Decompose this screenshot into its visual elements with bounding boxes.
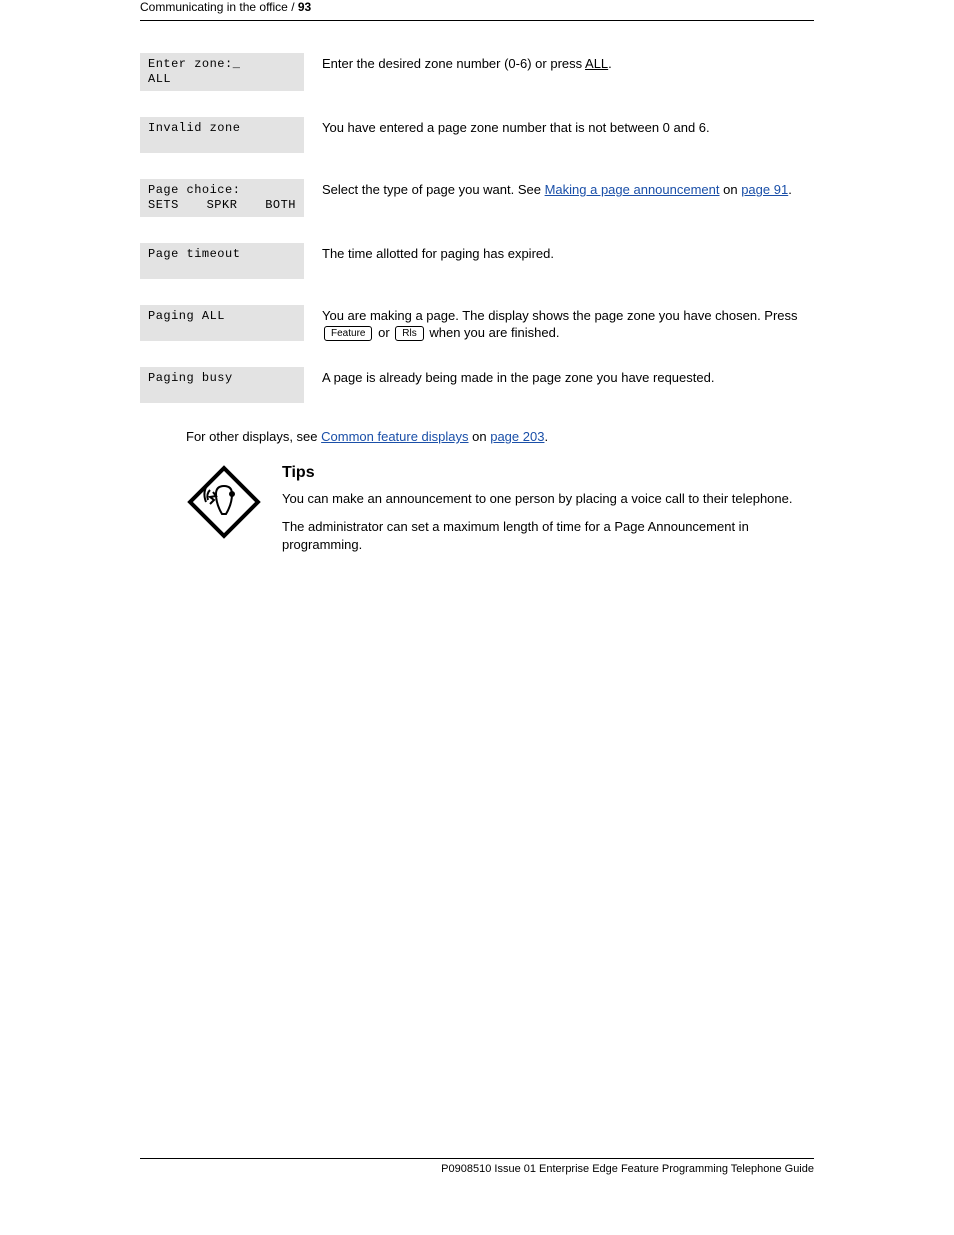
header-page-number: 93 — [298, 0, 311, 14]
desc-suffix: when you are finished. — [429, 325, 559, 340]
desc-text: A page is already being made in the page… — [322, 370, 714, 385]
feature-key: Feature — [324, 326, 372, 341]
desc-text: on — [723, 182, 741, 197]
tips-block: Tips You can make an announcement to one… — [186, 464, 814, 564]
see-also-prefix: For other displays, see — [186, 429, 321, 444]
cross-ref-page-link[interactable]: page 91 — [741, 182, 788, 197]
desc-text: You are making a page. The display shows… — [322, 308, 798, 323]
desc-suffix: . — [788, 182, 792, 197]
page: Communicating in the office / 93 Enter z… — [0, 0, 954, 1235]
tips-paragraph: The administrator can set a maximum leng… — [282, 518, 814, 554]
desc-text: or — [378, 325, 393, 340]
desc-text: Select the type of page you want. See — [322, 182, 545, 197]
desc-text: The time allotted for paging has expired… — [322, 246, 554, 261]
lcd-line1: Paging ALL — [148, 309, 296, 324]
lcd-line1: Paging busy — [148, 371, 296, 386]
lcd-line2: ALL — [148, 72, 296, 87]
tips-icon — [186, 464, 262, 564]
desc-suffix: . — [608, 56, 612, 71]
display-row: Enter zone:_ ALL Enter the desired zone … — [140, 53, 814, 91]
tips-title: Tips — [282, 464, 814, 482]
header-left: Communicating in the office / 93 — [140, 0, 311, 14]
lcd-line1: Enter zone:_ — [148, 57, 296, 72]
lcd-display: Invalid zone — [140, 117, 304, 153]
desc-text: You have entered a page zone number that… — [322, 120, 710, 135]
lcd-line1: Page choice: — [148, 183, 296, 198]
display-description: Enter the desired zone number (0-6) or p… — [304, 53, 814, 72]
lcd-display: Paging ALL — [140, 305, 304, 341]
display-description: Select the type of page you want. See Ma… — [304, 179, 814, 198]
see-also-suffix: . — [544, 429, 548, 444]
display-description: You have entered a page zone number that… — [304, 117, 814, 136]
running-header: Communicating in the office / 93 — [140, 0, 814, 14]
lcd-softkey: BOTH — [265, 198, 296, 213]
lcd-line2: SETS SPKR BOTH — [148, 198, 296, 213]
display-row: Page timeout The time allotted for pagin… — [140, 243, 814, 279]
rls-key: Rls — [395, 326, 423, 341]
footer-rule — [140, 1158, 814, 1159]
lcd-line1: Page timeout — [148, 247, 296, 262]
lcd-line1: Invalid zone — [148, 121, 296, 136]
lcd-softkey: SPKR — [207, 198, 238, 213]
tips-paragraph: You can make an announcement to one pers… — [282, 490, 814, 508]
cross-ref-page-link[interactable]: page 203 — [490, 429, 544, 444]
softkey-literal: ALL — [585, 56, 608, 71]
lcd-display: Paging busy — [140, 367, 304, 403]
lcd-display: Page choice: SETS SPKR BOTH — [140, 179, 304, 217]
display-description: You are making a page. The display shows… — [304, 305, 814, 341]
footer-text: P0908510 Issue 01 Enterprise Edge Featur… — [140, 1163, 814, 1175]
display-row: Page choice: SETS SPKR BOTH Select the t… — [140, 179, 814, 217]
see-also-line: For other displays, see Common feature d… — [186, 429, 814, 444]
tips-text: Tips You can make an announcement to one… — [282, 464, 814, 564]
lcd-display: Enter zone:_ ALL — [140, 53, 304, 91]
display-row: Invalid zone You have entered a page zon… — [140, 117, 814, 153]
display-row: Paging busy A page is already being made… — [140, 367, 814, 403]
cross-ref-link[interactable]: Making a page announcement — [545, 182, 720, 197]
header-rule — [140, 20, 814, 21]
lcd-softkey: SETS — [148, 198, 179, 213]
display-row: Paging ALL You are making a page. The di… — [140, 305, 814, 341]
display-description: A page is already being made in the page… — [304, 367, 814, 386]
see-also-mid: on — [469, 429, 491, 444]
desc-text: Enter the desired zone number (0-6) or p… — [322, 56, 585, 71]
lcd-display: Page timeout — [140, 243, 304, 279]
cross-ref-link[interactable]: Common feature displays — [321, 429, 468, 444]
header-section-text: Communicating in the office / — [140, 0, 298, 14]
display-description: The time allotted for paging has expired… — [304, 243, 814, 262]
page-footer: P0908510 Issue 01 Enterprise Edge Featur… — [140, 1158, 814, 1175]
